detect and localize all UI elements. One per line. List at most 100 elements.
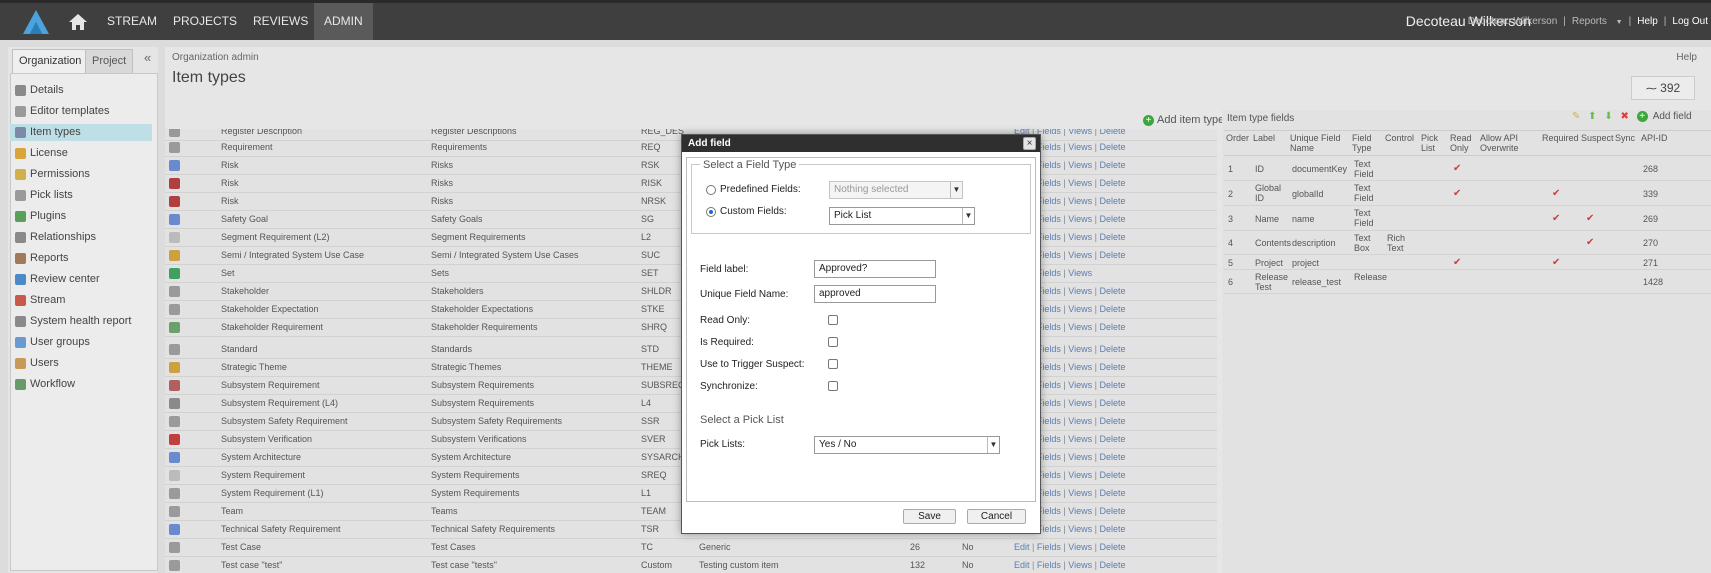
add-item-type-button[interactable]: + Add item type <box>1143 114 1224 126</box>
sidebar-item-system-health-report[interactable]: System health report <box>10 313 152 330</box>
column-header[interactable]: Unique Field Name <box>1290 133 1350 153</box>
column-header[interactable]: Pick List <box>1421 133 1448 153</box>
nav-admin[interactable]: ADMIN <box>314 3 373 40</box>
views-link[interactable]: Views <box>1068 196 1092 206</box>
views-link[interactable]: Views <box>1068 452 1092 462</box>
reports-link[interactable]: Reports <box>1569 16 1610 27</box>
fields-link[interactable]: Fields <box>1037 560 1061 570</box>
sidebar-item-editor-templates[interactable]: Editor templates <box>10 103 152 120</box>
sidebar-item-review-center[interactable]: Review center <box>10 271 152 288</box>
table-row[interactable]: Test Case Test Cases TC Generic 26 No Edit | F… <box>165 539 1217 557</box>
column-header[interactable]: Suspect <box>1581 133 1614 143</box>
delete-link[interactable]: Delete <box>1100 416 1126 426</box>
views-link[interactable]: Views <box>1068 232 1092 242</box>
column-header[interactable]: Control <box>1385 133 1419 143</box>
sidebar-item-license[interactable]: License <box>10 145 152 162</box>
synchronize-checkbox[interactable] <box>828 381 838 391</box>
predefined-fields-radio[interactable] <box>706 185 716 195</box>
views-link[interactable]: Views <box>1068 344 1092 354</box>
views-link[interactable]: Views <box>1068 142 1092 152</box>
views-link[interactable]: Views <box>1068 250 1092 260</box>
views-link[interactable]: Views <box>1068 506 1092 516</box>
field-row[interactable]: 2 Global ID globalId Text Field 339 ✔ ✔ <box>1224 181 1711 206</box>
help-link[interactable]: Help <box>1676 52 1697 63</box>
sidebar-item-stream[interactable]: Stream <box>10 292 152 309</box>
column-header[interactable]: Field Type <box>1352 133 1383 153</box>
views-link[interactable]: Views <box>1068 214 1092 224</box>
logout-link[interactable]: Log Out <box>1669 16 1711 27</box>
sidebar-item-user-groups[interactable]: User groups <box>10 334 152 351</box>
delete-link[interactable]: Delete <box>1100 160 1126 170</box>
column-header[interactable]: Order <box>1226 133 1251 143</box>
views-link[interactable]: Views <box>1068 470 1092 480</box>
add-field-button[interactable]: + Add field <box>1636 111 1697 122</box>
delete-link[interactable]: Delete <box>1100 196 1126 206</box>
delete-link[interactable]: Delete <box>1100 380 1126 390</box>
delete-link[interactable]: Delete <box>1100 344 1126 354</box>
predefined-fields-select[interactable]: Nothing selected ▼ <box>829 181 963 199</box>
column-header[interactable]: Allow API Overwrite <box>1480 133 1540 153</box>
sidebar-item-item-types[interactable]: Item types <box>10 124 152 141</box>
trigger-suspect-checkbox[interactable] <box>828 359 838 369</box>
field-row[interactable]: 3 Name name Text Field 269 ✔ ✔ <box>1224 206 1711 231</box>
delete-link[interactable]: Delete <box>1100 232 1126 242</box>
views-link[interactable]: Views <box>1068 160 1092 170</box>
sidebar-item-details[interactable]: Details <box>10 82 152 99</box>
move-up-arrow-icon[interactable]: ⬆ <box>1588 111 1596 122</box>
fields-link[interactable]: Fields <box>1037 542 1061 552</box>
delete-link[interactable]: Delete <box>1100 560 1126 570</box>
views-link[interactable]: Views <box>1068 398 1092 408</box>
sidebar-item-plugins[interactable]: Plugins <box>10 208 152 225</box>
edit-link[interactable]: Edit <box>1014 542 1030 552</box>
delete-link[interactable]: Delete <box>1100 178 1126 188</box>
column-header[interactable]: Read Only <box>1450 133 1478 153</box>
views-link[interactable]: Views <box>1068 322 1092 332</box>
custom-fields-select[interactable]: Pick List ▼ <box>829 207 975 225</box>
home-icon[interactable] <box>68 12 88 32</box>
delete-link[interactable]: Delete <box>1100 452 1126 462</box>
field-row[interactable]: 1 ID documentKey Text Field 268 ✔ <box>1224 157 1711 181</box>
delete-link[interactable]: Delete <box>1100 488 1126 498</box>
delete-link[interactable]: Delete <box>1100 506 1126 516</box>
field-row[interactable]: 5 Project project 271 ✔ ✔ <box>1224 255 1711 270</box>
delete-link[interactable]: Delete <box>1100 362 1126 372</box>
delete-link[interactable]: Delete <box>1100 434 1126 444</box>
column-header[interactable]: Label <box>1253 133 1288 143</box>
views-link[interactable]: Views <box>1068 178 1092 188</box>
edit-pencil-icon[interactable]: ✎ <box>1572 111 1580 122</box>
save-button[interactable]: Save <box>903 509 956 524</box>
unique-field-name-input[interactable]: approved <box>814 285 936 303</box>
delete-link[interactable]: Delete <box>1100 286 1126 296</box>
delete-link[interactable]: Delete <box>1100 470 1126 480</box>
delete-link[interactable]: Delete <box>1100 142 1126 152</box>
breadcrumb[interactable]: Organization admin <box>172 52 259 63</box>
move-down-arrow-icon[interactable]: ⬇ <box>1604 111 1612 122</box>
views-link[interactable]: Views <box>1068 286 1092 296</box>
sidebar-item-relationships[interactable]: Relationships <box>10 229 152 246</box>
views-link[interactable]: Views <box>1068 268 1092 278</box>
views-link[interactable]: Views <box>1068 380 1092 390</box>
sidebar-item-reports[interactable]: Reports <box>10 250 152 267</box>
logo-icon[interactable] <box>22 9 50 35</box>
nav-reviews[interactable]: REVIEWS <box>243 3 318 40</box>
delete-link[interactable]: Delete <box>1100 129 1126 136</box>
field-label-input[interactable]: Approved? <box>814 260 936 278</box>
views-link[interactable]: Views <box>1068 129 1092 136</box>
table-row[interactable]: Test case "test" Test case "tests" Custom T… <box>165 557 1217 573</box>
activity-count-badge[interactable]: ⁓ 392 <box>1631 76 1695 100</box>
column-header[interactable]: API-ID <box>1641 133 1681 143</box>
views-link[interactable]: Views <box>1068 362 1092 372</box>
delete-link[interactable]: Delete <box>1100 250 1126 260</box>
custom-fields-radio[interactable] <box>706 207 716 217</box>
delete-link[interactable]: Delete <box>1100 398 1126 408</box>
sidebar-item-users[interactable]: Users <box>10 355 152 372</box>
close-icon[interactable]: × <box>1023 137 1036 150</box>
column-header[interactable]: Sync <box>1615 133 1639 143</box>
sidebar-item-permissions[interactable]: Permissions <box>10 166 152 183</box>
nav-projects[interactable]: PROJECTS <box>163 3 247 40</box>
read-only-checkbox[interactable] <box>828 315 838 325</box>
views-link[interactable]: Views <box>1068 542 1092 552</box>
field-row[interactable]: 6 Release Test release_test Release 1428 <box>1224 270 1711 294</box>
views-link[interactable]: Views <box>1068 560 1092 570</box>
nav-stream[interactable]: STREAM <box>97 3 167 40</box>
